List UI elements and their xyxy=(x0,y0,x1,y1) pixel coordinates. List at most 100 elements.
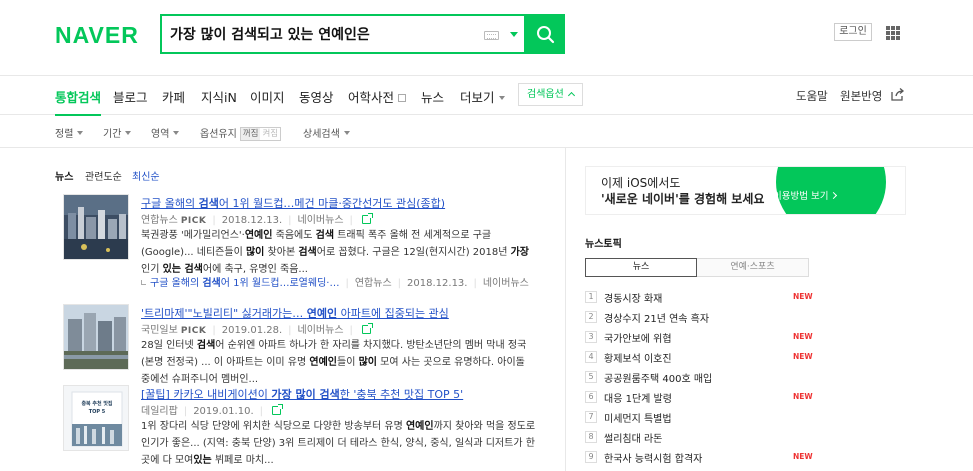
topic-name[interactable]: 한국사 능력시험 합격자 xyxy=(604,450,702,465)
share-icon[interactable] xyxy=(890,88,905,101)
new-badge: NEW xyxy=(793,352,813,361)
topic-item[interactable]: 3 국가안보에 위협 NEW xyxy=(585,330,813,345)
topic-name[interactable]: 국가안보에 위협 xyxy=(604,330,672,345)
topic-rank: 7 xyxy=(585,411,597,423)
open-external-icon[interactable] xyxy=(272,404,283,415)
autocomplete-dropdown-icon[interactable] xyxy=(510,32,518,37)
topic-item[interactable]: 7 미세먼지 특별법 xyxy=(585,411,810,425)
caret-down-icon xyxy=(125,131,132,135)
naver-logo[interactable]: NAVER xyxy=(55,22,139,49)
chevron-right-icon xyxy=(830,191,838,200)
article-thumbnail[interactable]: 충북 추천 맛집 TOP 5 xyxy=(63,385,129,451)
period-filter[interactable]: 기간 xyxy=(103,125,132,140)
caret-down-icon xyxy=(498,96,505,100)
topic-name[interactable]: 대응 1단계 발령 xyxy=(604,390,672,405)
tab-dictionary[interactable]: 어학사전 xyxy=(348,87,407,106)
topic-name[interactable]: 공공원룸주택 400호 매입 xyxy=(604,370,712,385)
tab-integrated-search[interactable]: 통합검색 xyxy=(55,87,102,116)
topic-name[interactable]: 썰리침대 라돈 xyxy=(604,430,662,445)
news-topic-tabs: 뉴스 연예·스포츠 xyxy=(585,258,809,277)
article-title[interactable]: [꿀팁] 카카오 내비게이션이 가장 많이 검색한 '충북 추천 맛집 TOP … xyxy=(141,386,463,402)
open-external-icon[interactable] xyxy=(361,213,373,224)
promo-how-to-button[interactable]: 이용방법 보기 xyxy=(773,188,838,202)
open-external-icon[interactable] xyxy=(361,323,373,334)
topic-item[interactable]: 5 공공원룸주택 400호 매입 xyxy=(585,371,810,385)
option-keep: 옵션유지 꺼짐 켜짐 xyxy=(200,125,282,141)
sort-relevance[interactable]: 관련도순 xyxy=(85,168,122,183)
article-title[interactable]: '트리마제'"노빌리티" 싫거래가는… 연예인 아파트에 집중되는 관심 xyxy=(141,305,449,321)
reply-corner-icon xyxy=(141,280,146,285)
chevron-up-icon xyxy=(567,91,575,100)
option-keep-label: 옵션유지 xyxy=(200,129,237,140)
topic-item[interactable]: 9 한국사 능력시험 합격자 NEW xyxy=(585,450,813,465)
topic-rank: 6 xyxy=(585,391,597,403)
promo-text: 이제 iOS에서도 '새로운 네이버'를 경험해 보세요 xyxy=(601,175,764,207)
article-thumbnail[interactable] xyxy=(63,194,129,260)
related-article: 구글 올해의 검색어 1위 월드컵…로열웨딩·… | 연합뉴스 | 2018.12.13… xyxy=(141,274,529,289)
tab-image[interactable]: 이미지 xyxy=(250,87,285,106)
article-press[interactable]: 연합뉴스 xyxy=(141,215,178,226)
option-on[interactable]: 켜짐 xyxy=(260,128,280,140)
search-options-label: 검색옵션 xyxy=(527,89,564,100)
topic-rank: 5 xyxy=(585,371,597,383)
new-badge: NEW xyxy=(793,452,813,461)
article-description: 1위 장다리 식당 단양에 위치한 식당으로 다양한 방송부터 유명 연예인까지… xyxy=(141,421,536,466)
topic-name[interactable]: 미세먼지 특별법 xyxy=(604,410,672,425)
tab-cafe[interactable]: 카페 xyxy=(162,87,185,106)
caret-down-icon xyxy=(343,131,350,135)
topic-tab-entertainment[interactable]: 연예·스포츠 xyxy=(697,258,809,277)
topic-name[interactable]: 황제보석 이호진 xyxy=(604,350,672,365)
login-button[interactable]: 로그인 xyxy=(834,23,872,41)
article-title[interactable]: 구글 올해의 검색어 1위 월드컵…메건 마클·중간선거도 관심(종합) xyxy=(141,195,445,211)
topic-tab-news[interactable]: 뉴스 xyxy=(585,258,697,277)
topic-item[interactable]: 4 황제보석 이호진 NEW xyxy=(585,350,813,365)
article-thumbnail[interactable] xyxy=(63,304,129,370)
tab-more[interactable]: 더보기 xyxy=(460,87,505,106)
help-link[interactable]: 도움말 xyxy=(796,88,828,104)
thumbnail-caption: 충북 추천 맛집 TOP 5 xyxy=(81,401,113,415)
caret-down-icon xyxy=(173,131,180,135)
promo-how-to-label: 이용방법 보기 xyxy=(773,191,829,202)
option-off[interactable]: 꺼짐 xyxy=(240,128,261,140)
option-keep-toggle[interactable]: 꺼짐 켜짐 xyxy=(239,127,282,141)
topic-item[interactable]: 6 대응 1단계 발령 NEW xyxy=(585,390,813,405)
new-badge: NEW xyxy=(793,332,813,341)
tab-dictionary-label: 어학사전 xyxy=(348,90,395,105)
promo-line-1: 이제 iOS에서도 xyxy=(601,176,681,190)
detail-search-filter[interactable]: 상세검색 xyxy=(303,125,350,140)
tab-kin[interactable]: 지식iN xyxy=(201,87,237,106)
article-source[interactable]: 네이버뉴스 xyxy=(298,215,344,226)
topic-rank: 2 xyxy=(585,311,597,323)
search-button[interactable] xyxy=(526,14,565,54)
keyboard-icon[interactable] xyxy=(484,31,499,40)
related-article-source[interactable]: 네이버뉴스 xyxy=(483,278,529,289)
article-meta: 데일리팝 | 2019.01.10. | xyxy=(141,402,283,417)
feedback-link[interactable]: 원본반영 xyxy=(840,88,882,104)
ios-promo-banner[interactable]: 이제 iOS에서도 '새로운 네이버'를 경험해 보세요 이용방법 보기 xyxy=(585,166,906,215)
search-input[interactable] xyxy=(170,23,470,45)
topic-item[interactable]: 8 썰리침대 라돈 xyxy=(585,431,810,445)
related-article-press[interactable]: 연합뉴스 xyxy=(355,278,392,289)
search-options-button[interactable]: 검색옵션 xyxy=(518,83,583,106)
column-divider xyxy=(565,148,566,471)
related-article-title[interactable]: 구글 올해의 검색어 1위 월드컵…로열웨딩·… xyxy=(150,278,339,289)
article-source[interactable]: 네이버뉴스 xyxy=(298,325,344,336)
article-press[interactable]: 국민일보 xyxy=(141,325,178,336)
article-press[interactable]: 데일리팝 xyxy=(141,406,178,417)
topic-name[interactable]: 경동시장 화재 xyxy=(604,290,662,305)
topic-rank: 1 xyxy=(585,291,597,303)
apps-grid-icon[interactable] xyxy=(886,26,900,40)
topic-name[interactable]: 경상수지 21년 연속 흑자 xyxy=(604,310,709,325)
tab-video[interactable]: 동영상 xyxy=(299,87,334,106)
topic-rank: 9 xyxy=(585,451,597,463)
topic-item[interactable]: 2 경상수지 21년 연속 흑자 xyxy=(585,311,810,325)
sort-latest[interactable]: 최신순 xyxy=(132,168,160,183)
tab-blog[interactable]: 블로그 xyxy=(113,87,148,106)
sort-filter[interactable]: 정렬 xyxy=(55,125,84,140)
tab-news[interactable]: 뉴스 xyxy=(421,87,444,106)
area-filter[interactable]: 영역 xyxy=(151,125,180,140)
article-meta: 연합뉴스 PICK | 2018.12.13. | 네이버뉴스 | xyxy=(141,211,373,226)
food-poster-image xyxy=(64,386,128,450)
filter-bar: 정렬 기간 영역 옵션유지 꺼짐 켜짐 상세검색 xyxy=(0,115,973,148)
topic-item[interactable]: 1 경동시장 화재 NEW xyxy=(585,290,813,305)
